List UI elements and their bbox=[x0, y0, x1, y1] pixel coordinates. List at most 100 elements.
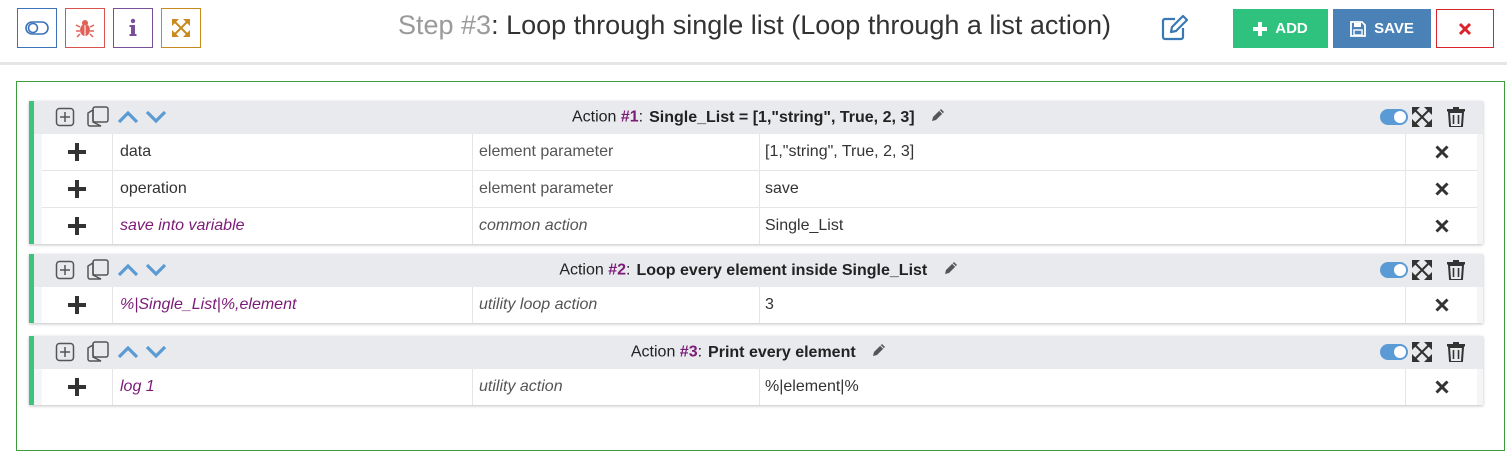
action-number: #3 bbox=[679, 343, 698, 361]
action-header: Action #3: Print every element bbox=[34, 336, 1483, 369]
trash-icon bbox=[1447, 342, 1465, 362]
delete-action-button[interactable] bbox=[1446, 259, 1466, 281]
action-label: Action bbox=[559, 261, 604, 279]
action-title: Action #2: Loop every element inside Sing… bbox=[34, 261, 1483, 280]
copy-icon bbox=[87, 106, 109, 127]
expand-action-button[interactable] bbox=[1411, 106, 1433, 128]
field-cell[interactable]: %|Single_List|%,element bbox=[114, 287, 473, 323]
action-block: Action #3: Print every element log 1 uti… bbox=[29, 336, 1483, 405]
delete-row-button[interactable] bbox=[1407, 208, 1477, 244]
close-icon bbox=[1458, 22, 1472, 35]
chevron-up-icon bbox=[117, 345, 139, 359]
toggle-on-icon bbox=[1380, 262, 1408, 278]
field-cell[interactable]: operation bbox=[114, 171, 473, 207]
field-cell[interactable]: log 1 bbox=[114, 369, 473, 405]
delete-action-button[interactable] bbox=[1446, 106, 1466, 128]
value-cell[interactable]: 3 bbox=[761, 287, 1406, 323]
type-cell[interactable]: element parameter bbox=[474, 171, 760, 207]
value-cell[interactable]: [1,"string", True, 2, 3] bbox=[761, 134, 1406, 170]
bug-icon bbox=[75, 20, 95, 38]
type-cell[interactable]: utility action bbox=[474, 369, 760, 405]
move-up-button[interactable] bbox=[116, 259, 140, 281]
add-button-label: ADD bbox=[1275, 20, 1308, 37]
action-steps-table: log 1 utility action %|element|% bbox=[42, 369, 1477, 405]
trash-icon bbox=[1447, 260, 1465, 280]
debug-button[interactable] bbox=[65, 8, 105, 48]
action-header: Action #2: Loop every element inside Sing… bbox=[34, 254, 1483, 287]
edit-icon bbox=[1161, 15, 1189, 41]
copy-icon bbox=[87, 341, 109, 362]
add-action-button[interactable] bbox=[54, 106, 76, 128]
insert-row-button[interactable] bbox=[42, 208, 113, 244]
edit-action-button[interactable] bbox=[931, 108, 945, 127]
move-down-button[interactable] bbox=[144, 341, 168, 363]
pencil-icon bbox=[944, 262, 957, 274]
expand-action-button[interactable] bbox=[1411, 341, 1433, 363]
insert-row-button[interactable] bbox=[42, 134, 113, 170]
edit-step-title-button[interactable] bbox=[1160, 14, 1190, 42]
action-block: Action #1: Single_List = [1,"string", Tru… bbox=[29, 101, 1483, 244]
expand-arrows-icon bbox=[1412, 342, 1432, 362]
value-cell[interactable]: Single_List bbox=[761, 208, 1406, 244]
toggle-icon bbox=[25, 21, 49, 35]
step-row: operation element parameter save bbox=[42, 171, 1477, 208]
enable-action-toggle[interactable] bbox=[1380, 341, 1408, 363]
add-action-button[interactable] bbox=[54, 341, 76, 363]
field-cell[interactable]: data bbox=[114, 134, 473, 170]
close-icon bbox=[1435, 298, 1449, 312]
type-cell[interactable]: element parameter bbox=[474, 134, 760, 170]
type-cell[interactable]: utility loop action bbox=[474, 287, 760, 323]
info-button[interactable] bbox=[113, 8, 153, 48]
fullscreen-button[interactable] bbox=[161, 8, 201, 48]
enable-action-toggle[interactable] bbox=[1380, 106, 1408, 128]
value-cell[interactable]: save bbox=[761, 171, 1406, 207]
action-description: Print every element bbox=[708, 343, 856, 361]
field-cell[interactable]: save into variable bbox=[114, 208, 473, 244]
enable-action-toggle[interactable] bbox=[1380, 259, 1408, 281]
close-icon bbox=[1435, 380, 1449, 394]
add-button[interactable]: ADD bbox=[1233, 9, 1328, 48]
toggle-on-icon bbox=[1380, 109, 1408, 125]
close-button[interactable] bbox=[1436, 9, 1494, 48]
toggle-on-icon bbox=[1380, 344, 1408, 360]
chevron-down-icon bbox=[145, 263, 167, 277]
value-cell[interactable]: %|element|% bbox=[761, 369, 1406, 405]
edit-action-button[interactable] bbox=[944, 261, 958, 280]
chevron-up-icon bbox=[117, 110, 139, 124]
toggle-view-button[interactable] bbox=[17, 8, 57, 48]
delete-row-button[interactable] bbox=[1407, 134, 1477, 170]
move-up-button[interactable] bbox=[116, 106, 140, 128]
save-button[interactable]: SAVE bbox=[1333, 9, 1431, 48]
step-row: %|Single_List|%,element utility loop act… bbox=[42, 287, 1477, 323]
chevron-down-icon bbox=[145, 345, 167, 359]
insert-row-button[interactable] bbox=[42, 171, 113, 207]
close-icon bbox=[1435, 145, 1449, 159]
insert-row-button[interactable] bbox=[42, 369, 113, 405]
delete-row-button[interactable] bbox=[1407, 287, 1477, 323]
delete-action-button[interactable] bbox=[1446, 341, 1466, 363]
action-steps-table: %|Single_List|%,element utility loop act… bbox=[42, 287, 1477, 323]
copy-action-button[interactable] bbox=[86, 106, 110, 128]
edit-action-button[interactable] bbox=[872, 343, 886, 362]
action-steps-table: data element parameter [1,"string", True… bbox=[42, 134, 1477, 244]
action-label: Action bbox=[571, 108, 617, 126]
plus-square-icon bbox=[55, 107, 75, 127]
insert-row-button[interactable] bbox=[42, 287, 113, 323]
pencil-icon bbox=[873, 344, 886, 356]
close-icon bbox=[1435, 219, 1449, 233]
plus-icon bbox=[68, 143, 86, 161]
move-up-button[interactable] bbox=[116, 341, 140, 363]
type-cell[interactable]: common action bbox=[474, 208, 760, 244]
expand-action-button[interactable] bbox=[1411, 259, 1433, 281]
delete-row-button[interactable] bbox=[1407, 171, 1477, 207]
delete-row-button[interactable] bbox=[1407, 369, 1477, 405]
copy-action-button[interactable] bbox=[86, 259, 110, 281]
action-number: #1 bbox=[620, 108, 639, 126]
pencil-icon bbox=[932, 109, 945, 121]
expand-arrows-icon bbox=[1412, 260, 1432, 280]
move-down-button[interactable] bbox=[144, 106, 168, 128]
move-down-button[interactable] bbox=[144, 259, 168, 281]
copy-action-button[interactable] bbox=[86, 341, 110, 363]
add-action-button[interactable] bbox=[54, 259, 76, 281]
plus-icon bbox=[68, 180, 86, 198]
